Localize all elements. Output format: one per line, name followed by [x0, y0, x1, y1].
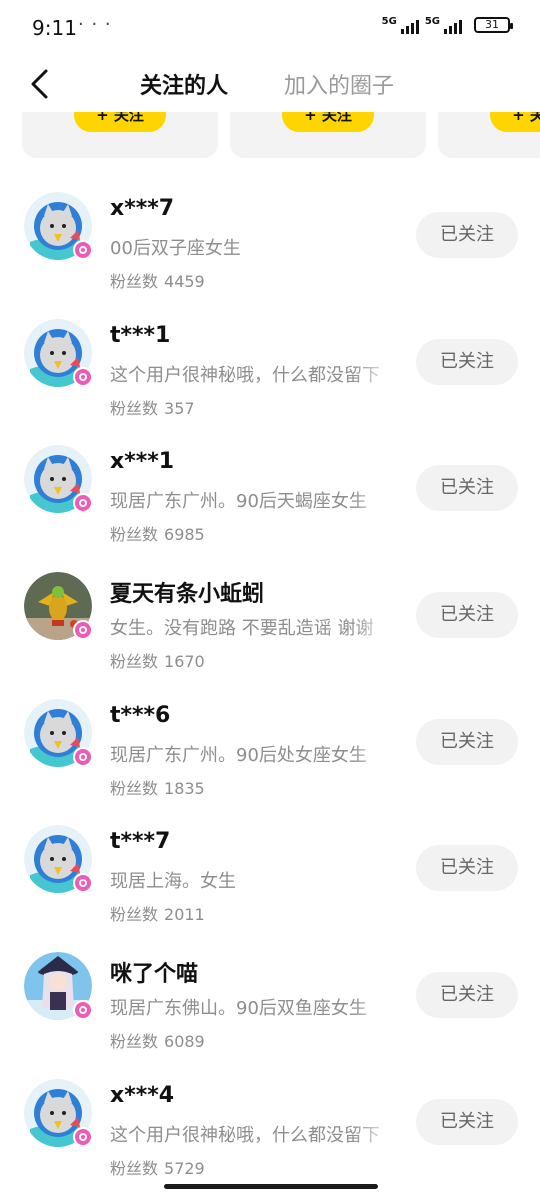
- user-bio: 现居广东广州。90后处女座女生: [110, 744, 367, 766]
- status-bar: 9:11 · · · 5G 5G 31: [0, 0, 540, 56]
- badge-icon: [73, 240, 93, 260]
- fans-count: 粉丝数 1835: [110, 775, 205, 799]
- follow-add-button[interactable]: + 关注: [490, 112, 540, 132]
- tab-following[interactable]: 关注的人: [140, 68, 228, 100]
- fans-value: 4459: [164, 272, 205, 291]
- list-item[interactable]: 咪了个喵 现居广东佛山。90后双鱼座女生 粉丝数 6089 已关注: [0, 940, 540, 1067]
- recommend-cards: + 关注 + 关注 + 关注: [22, 112, 540, 158]
- battery-icon: 31: [474, 17, 513, 33]
- network-type-label: 5G: [381, 16, 397, 27]
- network-type-label: 5G: [424, 16, 440, 27]
- followed-button[interactable]: 已关注: [416, 592, 518, 639]
- fans-count: 粉丝数 6985: [110, 521, 205, 545]
- badge-icon: [73, 493, 93, 514]
- followed-button[interactable]: 已关注: [416, 1098, 518, 1145]
- signal-icon: 5G: [382, 16, 419, 34]
- list-item[interactable]: t***6 现居广东广州。90后处女座女生 粉丝数 1835 已关注: [0, 687, 540, 814]
- follow-add-button[interactable]: + 关注: [282, 112, 374, 132]
- tab-circles[interactable]: 加入的圈子: [284, 68, 394, 100]
- followed-button[interactable]: 已关注: [416, 212, 518, 258]
- followed-button[interactable]: 已关注: [416, 845, 518, 892]
- recommend-card[interactable]: + 关注: [438, 112, 540, 158]
- fans-value: 6985: [164, 525, 205, 545]
- badge-icon: [73, 873, 93, 894]
- fans-value: 1835: [164, 778, 205, 798]
- follow-add-button[interactable]: + 关注: [74, 112, 166, 132]
- list-item[interactable]: x***1 现居广东广州。90后天蝎座女生 粉丝数 6985 已关注: [0, 433, 540, 560]
- badge-icon: [73, 746, 93, 767]
- fans-count: 粉丝数 1670: [110, 648, 205, 672]
- user-name[interactable]: 咪了个喵: [110, 956, 198, 988]
- recommend-card[interactable]: + 关注: [22, 112, 218, 158]
- home-indicator[interactable]: [164, 1184, 378, 1189]
- badge-icon: [73, 620, 93, 641]
- followed-button[interactable]: 已关注: [416, 338, 518, 385]
- fans-count: 粉丝数 4459: [110, 268, 205, 292]
- fans-value: 357: [164, 398, 195, 418]
- status-time: 9:11: [32, 16, 77, 40]
- recommend-card[interactable]: + 关注: [230, 112, 426, 158]
- status-icons: 5G 5G 31: [382, 16, 513, 34]
- list-item[interactable]: t***1 这个用户很神秘哦，什么都没留下 粉丝数 357 已关注: [0, 307, 540, 434]
- user-name[interactable]: x***4: [110, 1083, 174, 1108]
- user-bio: 女生。没有跑路 不要乱造谣 谢谢: [110, 618, 374, 640]
- badge-icon: [73, 1000, 93, 1021]
- user-name[interactable]: t***7: [110, 829, 170, 854]
- user-bio: 这个用户很神秘哦，什么都没留下: [110, 364, 380, 386]
- user-name[interactable]: x***1: [110, 449, 174, 474]
- user-name[interactable]: x***7: [110, 196, 174, 221]
- user-name[interactable]: 夏天有条小蚯蚓: [110, 576, 264, 608]
- badge-icon: [73, 1126, 93, 1147]
- fans-label: 粉丝数: [110, 398, 159, 418]
- user-bio: 这个用户很神秘哦，什么都没留下: [110, 1124, 380, 1146]
- fans-count: 粉丝数 357: [110, 395, 195, 419]
- list-item[interactable]: t***7 现居上海。女生 粉丝数 2011 已关注: [0, 813, 540, 940]
- signal-icon: 5G: [425, 16, 462, 34]
- user-name[interactable]: t***6: [110, 703, 170, 728]
- list-item[interactable]: x***4 这个用户很神秘哦，什么都没留下 粉丝数 5729 已关注: [0, 1067, 540, 1194]
- fans-label: 粉丝数: [110, 525, 159, 545]
- followed-button[interactable]: 已关注: [416, 465, 518, 512]
- list-item[interactable]: x***7 00后双子座女生 粉丝数 4459 已关注: [0, 180, 540, 307]
- fans-label: 粉丝数: [110, 1158, 159, 1178]
- back-button[interactable]: [24, 66, 60, 102]
- user-bio: 现居广东广州。90后天蝎座女生: [110, 491, 367, 513]
- fans-label: 粉丝数: [110, 272, 159, 291]
- fans-value: 6089: [164, 1032, 205, 1052]
- user-name[interactable]: t***1: [110, 323, 170, 348]
- fans-value: 5729: [164, 1158, 205, 1178]
- fans-label: 粉丝数: [110, 905, 159, 925]
- followed-button[interactable]: 已关注: [416, 718, 518, 765]
- fans-label: 粉丝数: [110, 1032, 159, 1052]
- user-bio: 00后双子座女生: [110, 238, 241, 259]
- fans-label: 粉丝数: [110, 778, 159, 798]
- chevron-left-icon: [31, 69, 48, 99]
- user-bio: 现居广东佛山。90后双鱼座女生: [110, 998, 367, 1020]
- fans-value: 2011: [164, 905, 205, 925]
- user-bio: 现居上海。女生: [110, 871, 236, 893]
- fans-count: 粉丝数 6089: [110, 1028, 205, 1052]
- list-item[interactable]: 夏天有条小蚯蚓 女生。没有跑路 不要乱造谣 谢谢 粉丝数 1670 已关注: [0, 560, 540, 687]
- top-nav: 关注的人 加入的圈子: [0, 56, 540, 112]
- badge-icon: [73, 366, 93, 387]
- fans-count: 粉丝数 2011: [110, 901, 205, 925]
- fans-count: 粉丝数 5729: [110, 1155, 205, 1179]
- following-list: x***7 00后双子座女生 粉丝数 4459 已关注 t***1 这个用户很神秘…: [0, 180, 540, 1194]
- notification-dots-icon: · · ·: [78, 14, 112, 35]
- fans-label: 粉丝数: [110, 652, 159, 672]
- followed-button[interactable]: 已关注: [416, 972, 518, 1019]
- fans-value: 1670: [164, 652, 205, 672]
